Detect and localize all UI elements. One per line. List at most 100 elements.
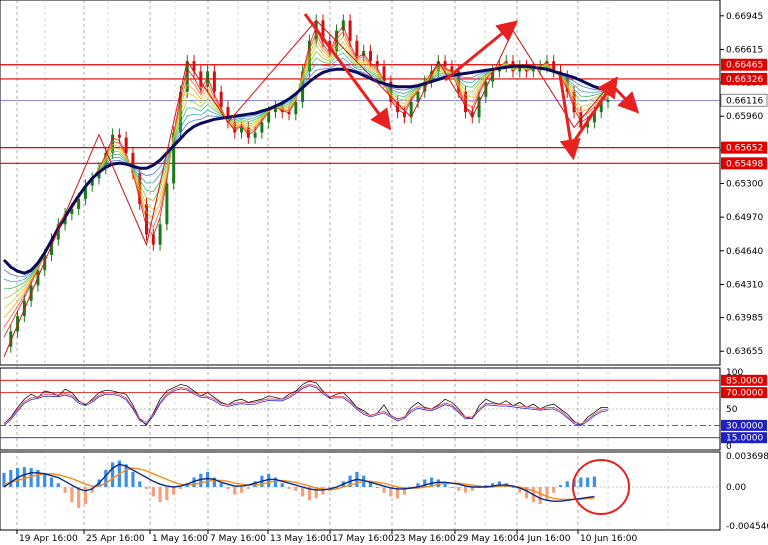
level-price-label: 0.65498 xyxy=(726,159,763,169)
macd-histogram-bar xyxy=(104,469,108,488)
candle-body xyxy=(260,122,264,133)
macd-histogram-bar xyxy=(172,487,176,495)
macd-histogram-bar xyxy=(558,485,563,488)
macd-histogram-bar xyxy=(151,487,155,497)
x-tick-label: 29 May 16:00 xyxy=(457,534,519,544)
macd-histogram-bar xyxy=(131,471,135,488)
macd-histogram-bar xyxy=(43,472,47,488)
macd-histogram-bar xyxy=(138,481,142,488)
macd-histogram-bar xyxy=(83,487,88,505)
level-price-label: 0.66326 xyxy=(726,75,763,85)
x-tick-label: 17 May 16:00 xyxy=(332,534,394,544)
price-y-tick-label: 0.66615 xyxy=(726,45,763,55)
candle-body xyxy=(158,224,162,245)
macd-histogram-bar xyxy=(592,476,597,488)
rsi-y-tick-label: 100 xyxy=(726,368,743,378)
macd-histogram-bar xyxy=(49,477,54,488)
candle-body xyxy=(368,50,372,62)
rsi-level-label: 70.0000 xyxy=(726,389,763,399)
macd-histogram-bar xyxy=(233,487,237,495)
macd-histogram-bar xyxy=(178,487,183,489)
price-y-tick-label: 0.66945 xyxy=(726,12,763,22)
rsi-panel xyxy=(0,379,720,439)
price-y-tick-label: 0.65960 xyxy=(726,112,763,122)
macd-histogram-bar xyxy=(301,487,305,497)
level-price-label: 0.65652 xyxy=(726,144,763,154)
price-y-tick-label: 0.64640 xyxy=(726,247,763,257)
price-y-tick-label: 0.64310 xyxy=(726,280,763,290)
x-tick-label: 7 May 16:00 xyxy=(210,534,266,544)
macd-histogram-bar xyxy=(382,487,386,493)
price-y-tick-label: 0.63985 xyxy=(726,314,763,324)
candle-body xyxy=(294,101,298,115)
level-price-label: 0.66116 xyxy=(726,96,763,106)
macd-histogram-bar xyxy=(9,469,13,488)
macd-histogram-bar xyxy=(144,487,149,489)
macd-histogram-bar xyxy=(565,481,569,488)
macd-histogram-bar xyxy=(463,487,468,493)
level-price-label: 0.66465 xyxy=(726,61,763,71)
macd-histogram-bar xyxy=(22,467,26,488)
macd-histogram-bar xyxy=(226,487,230,489)
ma-ribbon-line xyxy=(3,52,608,290)
macd-histogram-bar xyxy=(205,471,210,488)
macd-histogram-bar xyxy=(294,487,298,491)
candle-body xyxy=(606,99,610,102)
macd-histogram-bar xyxy=(70,487,74,503)
price-y-tick-label: 0.64970 xyxy=(726,213,763,223)
candle-body xyxy=(375,61,379,67)
candle-body xyxy=(124,137,128,153)
macd-histogram-bar xyxy=(219,483,223,488)
macd-histogram-bar xyxy=(239,487,244,493)
candle-body xyxy=(443,61,447,67)
macd-histogram-bar xyxy=(56,483,60,488)
x-tick-label: 10 Jun 16:00 xyxy=(580,534,637,544)
red-arrow xyxy=(610,83,640,114)
candle-body xyxy=(355,40,359,57)
annotations xyxy=(303,13,640,515)
macd-histogram-bar xyxy=(110,462,115,488)
candle-body xyxy=(253,132,257,138)
macd-histogram-bar xyxy=(165,487,169,501)
x-tick-label: 25 Apr 16:00 xyxy=(86,534,145,544)
rsi-main-line xyxy=(3,380,608,427)
x-tick-label: 19 Apr 16:00 xyxy=(19,534,78,544)
macd-histogram-bar xyxy=(457,487,461,491)
macd-histogram-bar xyxy=(436,479,440,488)
x-tick-label: 13 May 16:00 xyxy=(270,534,332,544)
candle-body xyxy=(117,134,121,138)
ma-slow-line xyxy=(2,64,609,275)
rsi-y-tick-label: 50 xyxy=(726,405,738,415)
price-y-tick-label: 0.65300 xyxy=(726,180,763,190)
macd-histogram-bar xyxy=(287,487,291,489)
x-tick-label: 1 May 16:00 xyxy=(152,534,208,544)
price-y-tick-label: 0.63655 xyxy=(726,347,763,357)
macd-histogram-bar xyxy=(124,464,128,488)
candle-body xyxy=(219,91,223,108)
macd-histogram-bar xyxy=(450,487,454,488)
macd-y-tick-label: -0.0045405 xyxy=(726,522,768,532)
macd-y-tick-label: 0.00 xyxy=(726,483,746,493)
macd-y-tick-label: 0.0036986 xyxy=(726,452,768,462)
candle-body xyxy=(450,66,454,72)
macd-histogram-bar xyxy=(246,487,250,489)
macd-histogram-bar xyxy=(280,483,284,488)
ma-ribbon-line xyxy=(3,57,609,282)
x-tick-label: 4 Jun 16:00 xyxy=(519,534,571,544)
macd-histogram-bar xyxy=(552,487,556,493)
macd-histogram-bar xyxy=(375,487,379,488)
macd-histogram-bar xyxy=(545,487,549,501)
macd-histogram-bar xyxy=(158,487,162,503)
rsi-level-label: 30.0000 xyxy=(726,421,763,431)
macd-histogram-bar xyxy=(77,487,81,508)
price-panel xyxy=(0,14,720,357)
macd-histogram-bar xyxy=(586,477,590,488)
rsi-y-tick-label: 0 xyxy=(726,442,732,452)
candle-body xyxy=(165,183,169,225)
candle-body xyxy=(348,20,352,41)
x-tick-label: 23 May 16:00 xyxy=(394,534,456,544)
macd-histogram-bar xyxy=(63,487,67,493)
macd-histogram-bar xyxy=(579,477,583,488)
candle-body xyxy=(212,71,216,92)
ma-ribbon-line xyxy=(3,63,609,277)
